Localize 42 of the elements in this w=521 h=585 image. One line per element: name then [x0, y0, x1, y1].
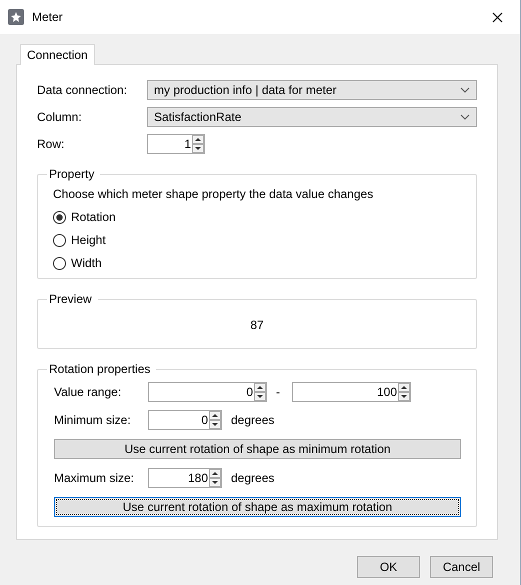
action-button[interactable]: Use current rotation of shape as minimum rotation: [54, 439, 461, 459]
field-label: Value range:: [54, 385, 122, 399]
field-label: Data connection:: [37, 83, 128, 97]
close-icon: [492, 12, 502, 22]
chevron-down-icon: [460, 114, 470, 120]
window-title: Meter: [32, 10, 64, 24]
field-label: Minimum size:: [54, 413, 132, 427]
radio-option[interactable]: Width: [53, 256, 461, 270]
range-separator: -: [276, 385, 280, 399]
number-field[interactable]: 180: [148, 468, 222, 488]
dropdown[interactable]: SatisfactionRate: [147, 107, 477, 127]
spin-arrows-icon: [209, 469, 221, 487]
field-label: Maximum size:: [54, 471, 136, 485]
group-title: Rotation properties: [48, 362, 152, 376]
dialog-button[interactable]: OK: [357, 556, 420, 578]
radio-option[interactable]: Height: [53, 233, 461, 247]
chevron-down-icon: [460, 87, 470, 93]
number-field[interactable]: 0: [148, 382, 267, 402]
dropdown[interactable]: my production info | data for meter: [147, 80, 477, 100]
spin-arrows-icon: [192, 135, 204, 153]
field-label: Row:: [37, 137, 66, 151]
spin-arrows-icon: [254, 383, 266, 401]
description-text: Choose which meter shape property the data value changes: [53, 187, 374, 201]
unit-label: degrees: [231, 471, 274, 485]
preview-value: 87: [249, 317, 265, 334]
dialog-button[interactable]: Cancel: [430, 556, 493, 578]
radio-option[interactable]: Rotation: [53, 210, 461, 224]
group-title: Property: [48, 167, 96, 181]
unit-label: degrees: [231, 413, 274, 427]
spin-arrows-icon: [398, 383, 410, 401]
radio-button[interactable]: [53, 234, 66, 246]
number-field[interactable]: 0: [148, 410, 222, 430]
radio-button[interactable]: [53, 256, 66, 270]
app-icon: [8, 9, 24, 25]
spin-arrows-icon: [209, 411, 221, 429]
number-field[interactable]: 1: [147, 134, 205, 154]
action-button[interactable]: Use current rotation of shape as maximum rotation: [54, 497, 461, 517]
field-label: Column:: [37, 110, 83, 124]
group-title: Preview: [48, 292, 93, 306]
number-field[interactable]: 100: [292, 382, 411, 402]
tab[interactable]: Connection: [20, 44, 95, 65]
radio-button[interactable]: [53, 210, 66, 224]
